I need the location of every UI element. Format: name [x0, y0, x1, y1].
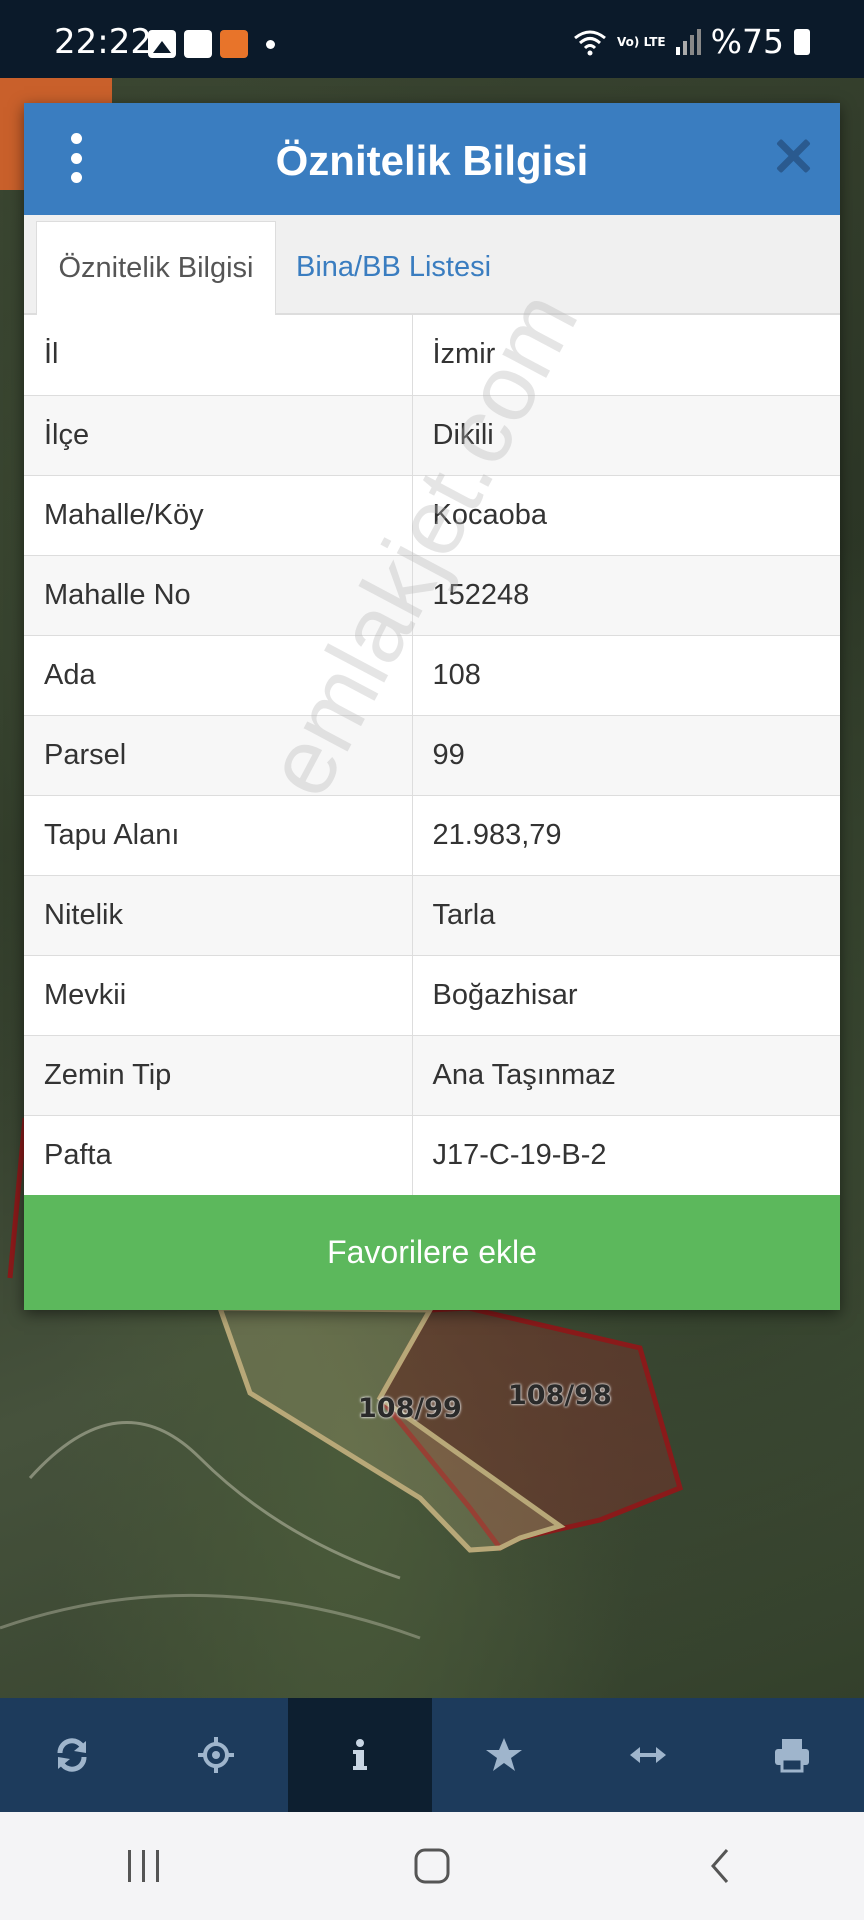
dialog-header: Öznitelik Bilgisi	[24, 103, 840, 215]
attribute-value: 152248	[412, 555, 840, 636]
print-icon	[775, 1739, 809, 1773]
add-favorites-button[interactable]: Favorilere ekle	[24, 1195, 840, 1310]
attribute-key: Pafta	[24, 1115, 413, 1196]
table-row: İl İzmir	[24, 315, 840, 396]
attribute-value: 108	[412, 635, 840, 716]
tab-attribute-info[interactable]: Öznitelik Bilgisi	[36, 221, 276, 315]
favorites-button[interactable]	[432, 1698, 576, 1812]
parcel-label-108-98: 108/98	[508, 1380, 612, 1411]
recent-apps-icon	[128, 1850, 159, 1882]
info-icon	[353, 1739, 367, 1770]
home-button[interactable]	[392, 1836, 472, 1896]
attribute-value: Kocaoba	[412, 475, 840, 556]
parcel-label-108-99: 108/99	[358, 1393, 462, 1424]
table-row: Mevkii Boğazhisar	[24, 955, 840, 1036]
status-time: 22:22	[54, 22, 152, 62]
table-row: Mahalle/Köy Kocaoba	[24, 475, 840, 556]
refresh-button[interactable]	[0, 1698, 144, 1812]
attribute-value: Dikili	[412, 395, 840, 476]
locate-icon	[198, 1737, 234, 1773]
status-bar: 22:22 Vo) LTE %75	[0, 0, 864, 78]
attribute-key: Zemin Tip	[24, 1035, 413, 1116]
attribute-key: Mahalle/Köy	[24, 475, 413, 556]
attribute-key: Parsel	[24, 715, 413, 796]
notification-icons	[148, 30, 275, 58]
table-row: İlçe Dikili	[24, 395, 840, 476]
lte-icon: Vo) LTE	[617, 34, 666, 49]
attribute-value: Boğazhisar	[412, 955, 840, 1036]
close-icon[interactable]	[772, 135, 814, 177]
table-row: Pafta J17-C-19-B-2	[24, 1115, 840, 1196]
attribute-value: 21.983,79	[412, 795, 840, 876]
status-right: Vo) LTE %75	[573, 22, 810, 61]
battery-icon	[794, 28, 810, 55]
print-button[interactable]	[720, 1698, 864, 1812]
tab-building-list[interactable]: Bina/BB Listesi	[276, 221, 511, 313]
system-nav-bar	[0, 1812, 864, 1920]
attribute-key: İlçe	[24, 395, 413, 476]
recent-apps-button[interactable]	[104, 1836, 184, 1896]
home-icon	[414, 1848, 450, 1884]
dialog-title: Öznitelik Bilgisi	[275, 137, 589, 184]
back-button[interactable]	[680, 1836, 760, 1896]
attribute-key: Nitelik	[24, 875, 413, 956]
table-row: Ada 108	[24, 635, 840, 716]
more-notifications-icon	[266, 39, 275, 49]
info-button[interactable]	[288, 1698, 432, 1812]
attribute-key: Ada	[24, 635, 413, 716]
table-row: Zemin Tip Ana Taşınmaz	[24, 1035, 840, 1116]
table-row: Nitelik Tarla	[24, 875, 840, 956]
attribute-key: İl	[24, 315, 413, 396]
attribute-dialog: Öznitelik Bilgisi Öznitelik Bilgisi Bina…	[24, 103, 840, 1310]
table-row: Mahalle No 152248	[24, 555, 840, 636]
bottom-toolbar	[0, 1698, 864, 1812]
photo-icon	[184, 30, 212, 58]
tab-bar: Öznitelik Bilgisi Bina/BB Listesi	[24, 215, 840, 315]
measure-button[interactable]	[576, 1698, 720, 1812]
app-notification-icon	[220, 30, 248, 58]
attribute-value: J17-C-19-B-2	[412, 1115, 840, 1196]
battery-level: %75	[710, 22, 784, 61]
wifi-icon	[574, 30, 606, 55]
attribute-value: İzmir	[412, 315, 840, 396]
attribute-value: 99	[412, 715, 840, 796]
measure-icon	[630, 1747, 666, 1763]
locate-button[interactable]	[144, 1698, 288, 1812]
signal-icon	[675, 28, 701, 55]
table-row: Parsel 99	[24, 715, 840, 796]
attribute-value: Tarla	[412, 875, 840, 956]
attribute-value: Ana Taşınmaz	[412, 1035, 840, 1116]
star-icon	[486, 1738, 522, 1771]
attribute-table: İl İzmir İlçe Dikili Mahalle/Köy Kocaoba Mahal…	[24, 315, 840, 1196]
gallery-icon	[148, 30, 176, 58]
attribute-key: Mevkii	[24, 955, 413, 1036]
back-icon	[711, 1849, 729, 1883]
attribute-key: Mahalle No	[24, 555, 413, 636]
attribute-key: Tapu Alanı	[24, 795, 413, 876]
refresh-icon	[57, 1738, 87, 1772]
table-row: Tapu Alanı 21.983,79	[24, 795, 840, 876]
